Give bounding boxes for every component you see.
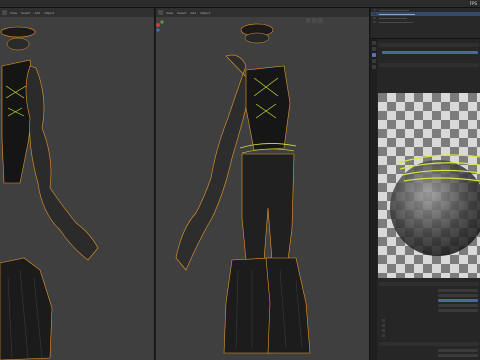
scene-icon[interactable]: [372, 47, 376, 51]
hand-icon[interactable]: [311, 18, 317, 23]
outliner: [371, 8, 480, 39]
surface-section-header[interactable]: [379, 282, 479, 286]
properties-tabs: [371, 39, 377, 360]
viewport-left[interactable]: View Select Add Object: [0, 8, 155, 360]
properties-body: [378, 39, 480, 360]
preview-section-header[interactable]: [379, 63, 479, 67]
fps-label: FPS: [469, 1, 477, 6]
material-slot-header[interactable]: [379, 43, 479, 47]
option-row[interactable]: [382, 319, 386, 322]
garment-back-view[interactable]: [156, 8, 370, 360]
tab-icon[interactable]: [372, 65, 376, 69]
outliner-row[interactable]: [371, 20, 480, 24]
option-row[interactable]: [382, 334, 386, 337]
garment-front-view[interactable]: [0, 8, 155, 360]
material-icon[interactable]: [372, 53, 376, 57]
settings-field[interactable]: [438, 349, 478, 352]
surface-field[interactable]: [438, 304, 478, 307]
viewport-nav-icons: [306, 18, 323, 24]
surface-field[interactable]: [438, 289, 478, 292]
render-icon[interactable]: [372, 41, 376, 45]
zoom-icon[interactable]: [317, 18, 323, 23]
tab-icon[interactable]: [372, 59, 376, 63]
settings-section-header[interactable]: [379, 342, 479, 346]
option-row[interactable]: [382, 324, 386, 327]
viewport-right[interactable]: View Select Add Object: [156, 8, 370, 360]
material-preview: [378, 93, 480, 278]
surface-field[interactable]: [438, 294, 478, 297]
properties-editor: [371, 8, 480, 360]
camera-icon[interactable]: [306, 18, 311, 23]
material-slot-selected[interactable]: [382, 51, 478, 54]
surface-field-active[interactable]: [438, 299, 478, 302]
settings-field[interactable]: [438, 354, 478, 357]
window-titlebar: FPS: [0, 0, 480, 8]
surface-field[interactable]: [438, 309, 478, 312]
option-row[interactable]: [382, 329, 386, 332]
